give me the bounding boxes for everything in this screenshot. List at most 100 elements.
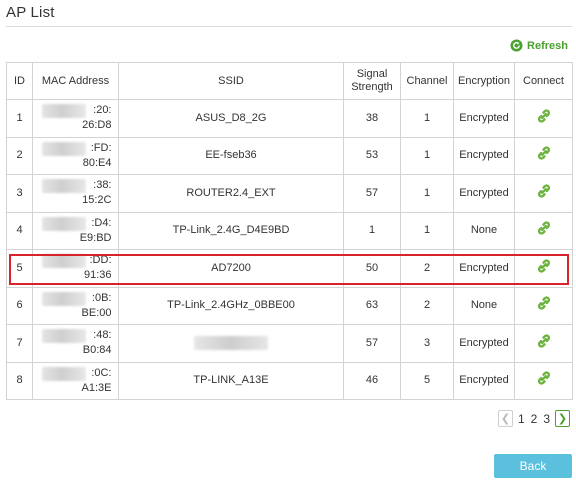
cell-mac: :D4: E9:BD xyxy=(32,211,119,250)
page-link-3[interactable]: 3 xyxy=(542,412,551,426)
cell-signal: 57 xyxy=(343,174,401,213)
page-link-1[interactable]: 1 xyxy=(517,412,526,426)
cell-channel: 5 xyxy=(400,361,454,400)
cell-channel: 1 xyxy=(400,136,454,175)
ap-table: ID MAC Address SSID Signal Strength Chann… xyxy=(6,62,573,400)
connect-link-icon[interactable] xyxy=(536,220,552,236)
back-button[interactable]: Back xyxy=(494,454,572,478)
cell-mac: :0B: BE:00 xyxy=(32,286,119,325)
cell-ssid: ASUS_D8_2G xyxy=(118,99,344,138)
table-row: 6:0B: BE:00 TP-Link_2.4GHz_0BBE00 63 2 None xyxy=(6,286,573,325)
table-row: 3:38: 15:2C ROUTER2.4_EXT 57 1 Encrypted xyxy=(6,174,573,213)
mac-address: :20: 26:D8 xyxy=(38,103,114,133)
mac-address: :FD: 80:E4 xyxy=(38,141,114,171)
cell-ssid: TP-Link_2.4GHz_0BBE00 xyxy=(118,286,344,325)
cell-signal: 50 xyxy=(343,249,401,288)
cell-encryption: None xyxy=(453,286,515,325)
refresh-button[interactable]: Refresh xyxy=(510,39,568,52)
connect-link-icon[interactable] xyxy=(536,295,552,311)
prev-page-button[interactable]: ❮ xyxy=(497,410,513,427)
cell-signal: 1 xyxy=(343,211,401,250)
connect-link-icon[interactable] xyxy=(536,370,552,386)
mac-address: :0C: A1:3E xyxy=(38,366,114,396)
cell-connect xyxy=(514,99,573,138)
cell-signal: 46 xyxy=(343,361,401,400)
cell-connect xyxy=(514,286,573,325)
refresh-icon xyxy=(510,39,523,52)
cell-id: 7 xyxy=(6,324,33,363)
table-row: 7:48: B0:84 57 3 Encrypted xyxy=(6,324,573,363)
cell-mac: :0C: A1:3E xyxy=(32,361,119,400)
cell-connect xyxy=(514,136,573,175)
cell-id: 2 xyxy=(6,136,33,175)
mac-address: :38: 15:2C xyxy=(38,178,114,208)
cell-channel: 1 xyxy=(400,211,454,250)
mac-line2: E9:BD xyxy=(79,231,112,244)
cell-channel: 2 xyxy=(400,286,454,325)
redacted-mac-prefix xyxy=(41,179,86,194)
cell-channel: 2 xyxy=(400,249,454,288)
page-link-2[interactable]: 2 xyxy=(530,412,539,426)
cell-encryption: Encrypted xyxy=(453,136,515,175)
connect-link-icon[interactable] xyxy=(536,145,552,161)
redacted-ssid xyxy=(194,335,268,350)
header-signal-line2: Strength xyxy=(351,81,393,93)
header-id: ID xyxy=(6,62,33,100)
mac-line2: 91:36 xyxy=(83,269,112,282)
cell-connect xyxy=(514,174,573,213)
cell-ssid: AD7200 xyxy=(118,249,344,288)
cell-ssid: EE-fseb36 xyxy=(118,136,344,175)
header-channel: Channel xyxy=(400,62,454,100)
cell-id: 1 xyxy=(6,99,33,138)
cell-ssid: ROUTER2.4_EXT xyxy=(118,174,344,213)
connect-link-icon[interactable] xyxy=(536,333,552,349)
title-divider xyxy=(6,26,572,27)
header-mac: MAC Address xyxy=(32,62,119,100)
connect-link-icon[interactable] xyxy=(536,108,552,124)
cell-connect xyxy=(514,211,573,250)
cell-ssid: TP-LINK_A13E xyxy=(118,361,344,400)
cell-ssid: TP-Link_2.4G_D4E9BD xyxy=(118,211,344,250)
cell-signal: 38 xyxy=(343,99,401,138)
connect-link-icon[interactable] xyxy=(536,183,552,199)
cell-signal: 53 xyxy=(343,136,401,175)
mac-line2: B0:84 xyxy=(82,344,112,357)
connect-link-icon[interactable] xyxy=(536,258,552,274)
cell-id: 6 xyxy=(6,286,33,325)
cell-connect xyxy=(514,361,573,400)
cell-id: 8 xyxy=(6,361,33,400)
redacted-mac-prefix xyxy=(41,216,86,231)
refresh-label: Refresh xyxy=(527,39,568,52)
cell-mac: :48: B0:84 xyxy=(32,324,119,363)
cell-mac: :20: 26:D8 xyxy=(32,99,119,138)
redacted-mac-prefix xyxy=(41,104,86,119)
page-title: AP List xyxy=(6,4,55,21)
mac-address: :0B: BE:00 xyxy=(38,291,114,321)
mac-line2: 80:E4 xyxy=(82,156,112,169)
mac-address: :48: B0:84 xyxy=(38,328,114,358)
cell-encryption: Encrypted xyxy=(453,174,515,213)
table-row: 8:0C: A1:3E TP-LINK_A13E 46 5 Encrypted xyxy=(6,361,573,400)
header-encryption: Encryption xyxy=(453,62,515,100)
cell-channel: 3 xyxy=(400,324,454,363)
header-signal-line1: Signal xyxy=(356,68,388,80)
cell-encryption: Encrypted xyxy=(453,361,515,400)
header-connect: Connect xyxy=(514,62,573,100)
cell-connect xyxy=(514,324,573,363)
pagination: ❮ 1 2 3 ❯ xyxy=(497,410,570,427)
header-signal: Signal Strength xyxy=(343,62,401,100)
cell-mac: :FD: 80:E4 xyxy=(32,136,119,175)
cell-mac: :DD: 91:36 xyxy=(32,249,119,288)
redacted-mac-prefix xyxy=(41,141,86,156)
cell-connect xyxy=(514,249,573,288)
redacted-mac-prefix xyxy=(41,291,86,306)
next-page-button[interactable]: ❯ xyxy=(555,410,570,427)
header-ssid: SSID xyxy=(118,62,344,100)
table-row: 1:20: 26:D8 ASUS_D8_2G 38 1 Encrypted xyxy=(6,99,573,138)
mac-line2: 26:D8 xyxy=(82,119,112,132)
cell-signal: 57 xyxy=(343,324,401,363)
cell-mac: :38: 15:2C xyxy=(32,174,119,213)
mac-line2: A1:3E xyxy=(81,381,112,394)
cell-ssid xyxy=(118,324,344,363)
cell-signal: 63 xyxy=(343,286,401,325)
